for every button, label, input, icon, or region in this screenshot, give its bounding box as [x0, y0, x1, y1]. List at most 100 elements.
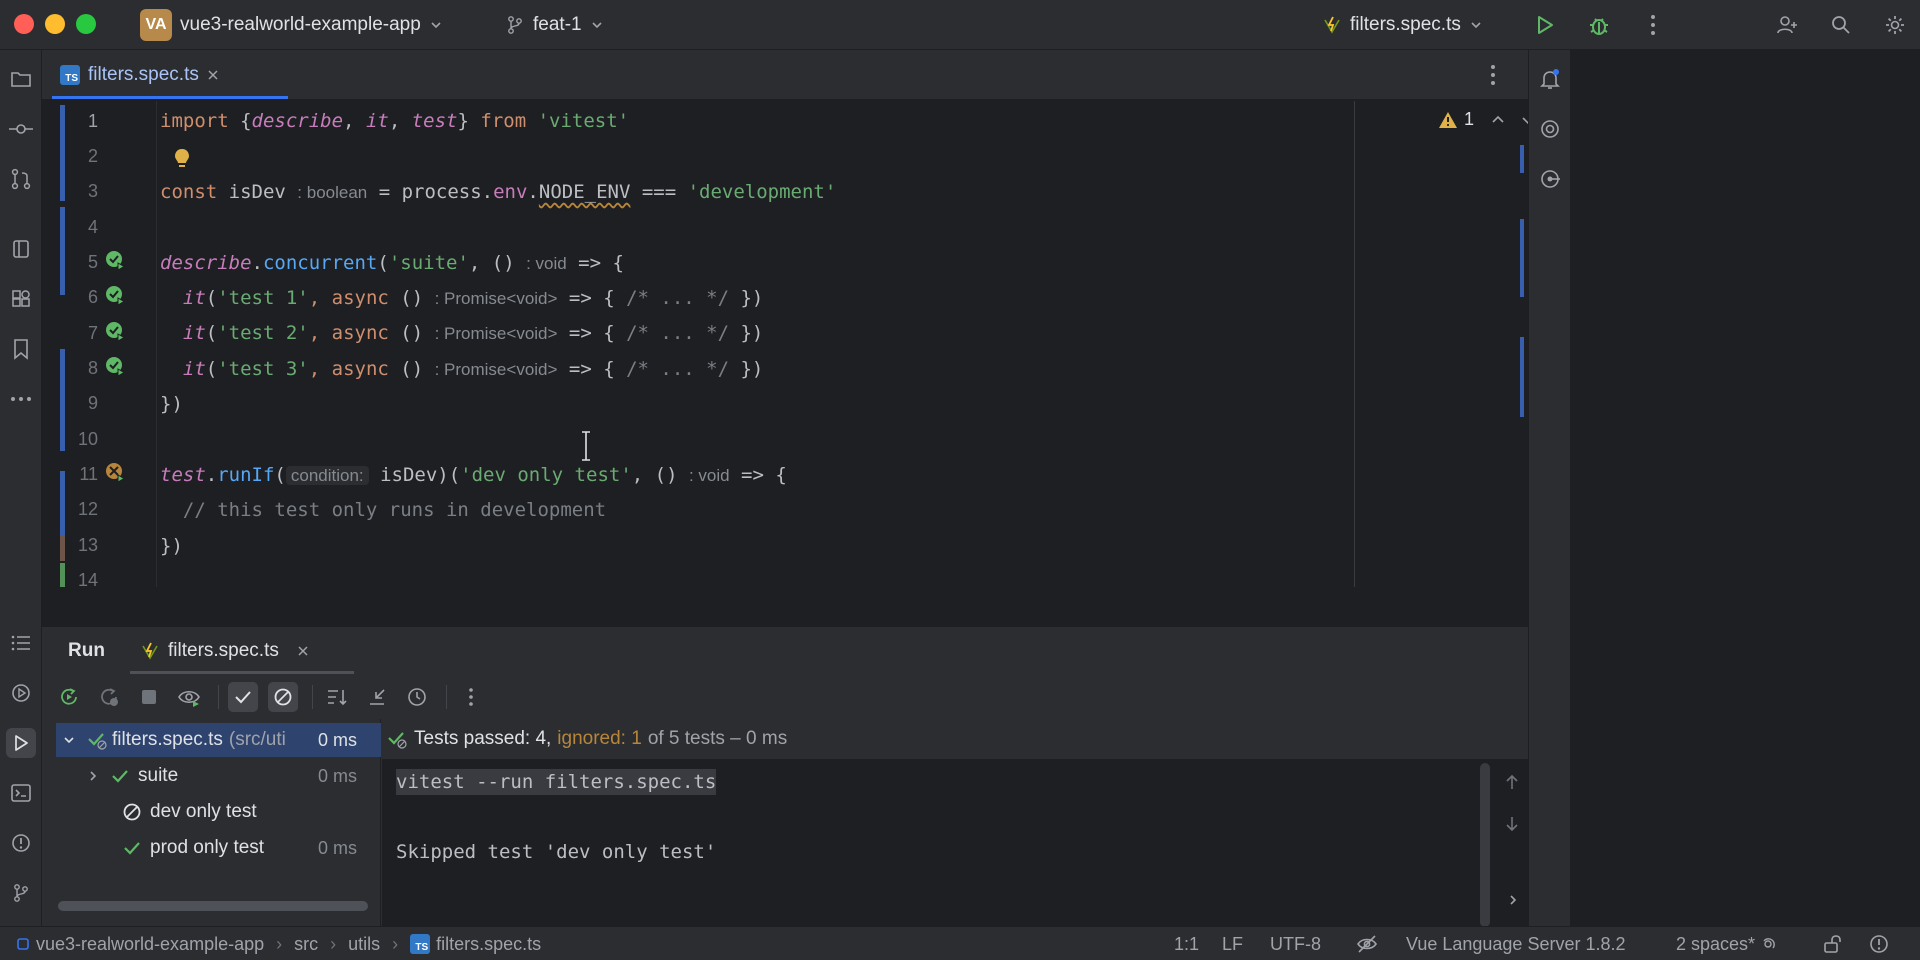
rerun-button[interactable] [54, 682, 84, 712]
run-tool-button[interactable] [6, 728, 36, 758]
endpoints-tool-button[interactable] [1535, 164, 1565, 194]
chevron-right-icon[interactable] [86, 769, 100, 783]
notifications-tool-button[interactable] [1535, 64, 1565, 94]
indentation-setting[interactable]: 2 spaces* [1676, 927, 1779, 960]
collapse-all-button[interactable] [362, 682, 392, 712]
bookmarks-tool-button[interactable] [6, 334, 36, 364]
chevron-down-icon[interactable] [62, 733, 76, 747]
minimize-window-button[interactable] [45, 14, 65, 34]
tree-row-suite[interactable]: suite 0 ms [56, 759, 381, 793]
breadcrumb-src[interactable]: src [294, 934, 318, 955]
run-button[interactable] [1530, 10, 1560, 40]
plugins-tool-button[interactable] [6, 284, 36, 314]
run-more-options-button[interactable] [456, 682, 486, 712]
test-output-console[interactable]: Tests passed: 4, ignored: 1 of 5 tests –… [382, 719, 1528, 927]
close-icon[interactable] [207, 69, 219, 81]
tree-row-dev-only-test[interactable]: dev only test [56, 795, 381, 829]
file-encoding[interactable]: UTF-8 [1270, 927, 1321, 960]
test-passed-run-icon[interactable] [104, 355, 126, 377]
breadcrumb-file[interactable]: filters.spec.ts [436, 934, 541, 955]
tab-actions-button[interactable] [1478, 60, 1508, 90]
problems-tool-button[interactable] [6, 828, 36, 858]
language-server-status[interactable]: Vue Language Server 1.8.2 [1406, 927, 1626, 960]
test-passed-run-icon[interactable] [104, 249, 126, 271]
editor-gutter[interactable]: 1 2 3 4 5 6 7 8 9 10 11 12 13 14 [42, 101, 157, 587]
read-only-toggle[interactable] [1822, 927, 1842, 960]
settings-button[interactable] [1880, 10, 1910, 40]
test-ignored-run-icon[interactable] [104, 461, 126, 483]
chevron-up-icon[interactable] [1490, 112, 1506, 128]
todo-tool-button[interactable] [6, 628, 36, 658]
test-passed-run-icon[interactable] [104, 284, 126, 306]
chevron-down-icon[interactable] [1520, 112, 1528, 128]
test-results-tree[interactable]: filters.spec.ts (src/uti 0 ms suite 0 ms… [56, 719, 381, 927]
line-number: 11 [79, 464, 98, 484]
caret-position[interactable]: 1:1 [1174, 927, 1199, 960]
test-passed-run-icon[interactable] [104, 320, 126, 342]
arrow-down-icon[interactable] [1504, 815, 1520, 833]
ai-assistant-tool-button[interactable] [1535, 114, 1565, 144]
branch-selector[interactable]: feat-1 [505, 0, 604, 50]
git-tool-button[interactable] [6, 878, 36, 908]
services-tool-button[interactable] [6, 678, 36, 708]
error-stripe-marker[interactable] [1520, 219, 1524, 297]
type-hint: : void [526, 254, 567, 273]
code-with-me-button[interactable] [1772, 10, 1802, 40]
toggle-auto-test-button[interactable] [174, 682, 204, 712]
console-scrollbar[interactable] [1480, 763, 1490, 927]
more-tool-windows-button[interactable] [6, 384, 36, 414]
search-icon [1832, 16, 1850, 34]
debug-button[interactable] [1584, 10, 1614, 40]
text-cursor-icon [582, 431, 590, 461]
inspection-widget[interactable]: 1 [1438, 109, 1528, 130]
tests-passed-summary: Tests passed: 4, [414, 728, 552, 749]
project-selector[interactable]: VA vue3-realworld-example-app [140, 0, 443, 50]
zoom-window-button[interactable] [76, 14, 96, 34]
arrow-up-icon[interactable] [1504, 773, 1520, 791]
code-line-11: test.runIf(condition: isDev)('dev only t… [160, 462, 787, 488]
project-tool-button[interactable] [6, 64, 36, 94]
editor-tab-filters-spec[interactable]: TS filters.spec.ts [52, 50, 227, 100]
structure-tool-button[interactable] [6, 234, 36, 264]
rerun-icon [61, 688, 77, 705]
code-editor[interactable]: 1 2 3 4 5 6 7 8 9 10 11 12 13 14 import … [42, 101, 1528, 587]
commit-tool-button[interactable] [6, 114, 36, 144]
chevron-right-icon[interactable] [1506, 893, 1520, 907]
terminal-tool-button[interactable] [6, 778, 36, 808]
close-icon[interactable] [297, 645, 309, 657]
code-token: , [343, 110, 366, 132]
typescript-file-icon: TS [410, 934, 431, 954]
lightbulb-icon[interactable] [172, 147, 192, 171]
left-tool-window-bar [0, 50, 42, 926]
code-token-warning[interactable]: NODE_ENV [539, 181, 631, 203]
show-passed-toggle[interactable] [228, 682, 258, 712]
run-tab-label: filters.spec.ts [168, 640, 279, 661]
test-history-button[interactable] [402, 682, 432, 712]
error-stripe-marker[interactable] [1520, 337, 1524, 417]
run-configuration-selector[interactable]: filters.spec.ts [1322, 0, 1483, 50]
warning-count: 1 [1464, 109, 1475, 129]
error-stripe-marker[interactable] [1520, 145, 1524, 173]
run-tab-filters-spec[interactable]: filters.spec.ts [132, 627, 317, 675]
tree-horizontal-scrollbar[interactable] [58, 901, 368, 911]
pull-requests-tool-button[interactable] [6, 164, 36, 194]
inspections-toggle[interactable] [1356, 927, 1378, 960]
stop-button[interactable] [134, 682, 164, 712]
more-actions-button[interactable] [1638, 10, 1668, 40]
rerun-failed-button[interactable] [94, 682, 124, 712]
code-line-7: it('test 2', async () : Promise<void> =>… [160, 320, 763, 346]
show-ignored-toggle[interactable] [268, 682, 298, 712]
code-line-13: }) [160, 535, 183, 557]
test-passed-icon [88, 733, 107, 750]
search-everywhere-button[interactable] [1826, 10, 1856, 40]
line-separator[interactable]: LF [1222, 927, 1243, 960]
breadcrumb-utils[interactable]: utils [348, 934, 380, 955]
sort-button[interactable] [322, 682, 352, 712]
close-window-button[interactable] [14, 14, 34, 34]
code-token: === [630, 181, 688, 203]
tree-row-prod-only-test[interactable]: prod only test 0 ms [56, 831, 381, 865]
unlock-icon [1824, 935, 1841, 953]
tree-row-filters-spec[interactable]: filters.spec.ts (src/uti 0 ms [56, 723, 381, 757]
system-status[interactable] [1868, 927, 1890, 960]
breadcrumb-project[interactable]: vue3-realworld-example-app [36, 934, 264, 955]
